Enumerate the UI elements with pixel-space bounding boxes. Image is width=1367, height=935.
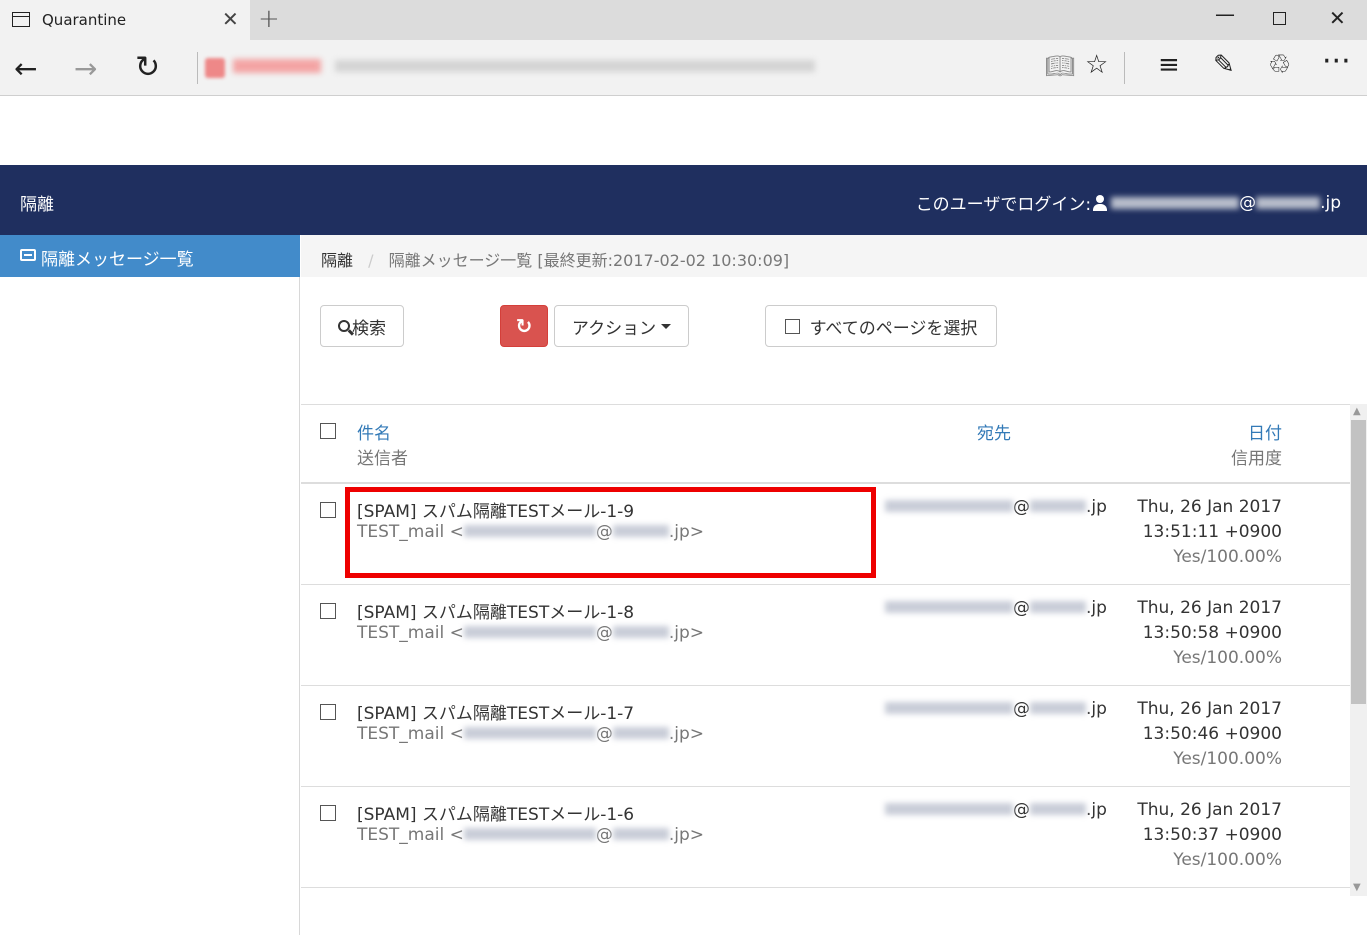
scrollbar-thumb[interactable] — [1351, 420, 1366, 704]
refresh-icon: ↻ — [515, 314, 533, 338]
app-header: 隔離 このユーザでログイン: @ .jp — [0, 165, 1367, 235]
row-sender: TEST_mail < @ .jp> — [357, 724, 705, 744]
row-sender: TEST_mail < @ .jp> — [357, 522, 705, 542]
breadcrumb-home[interactable]: 隔離 — [321, 251, 353, 270]
divider — [197, 52, 198, 84]
browser-tab-strip: Quarantine ✕ + — ✕ — [0, 0, 1367, 40]
row-date: Thu, 26 Jan 2017 — [1137, 598, 1282, 618]
sidebar: 隔離メッセージ一覧 — [0, 235, 300, 935]
login-label: このユーザでログイン: — [915, 195, 1092, 215]
row-date: Thu, 26 Jan 2017 — [1137, 699, 1282, 719]
login-domain: .jp — [1320, 192, 1341, 213]
vertical-scrollbar[interactable]: ▲ ▼ — [1350, 404, 1367, 896]
scroll-up-arrow-icon[interactable]: ▲ — [1353, 406, 1361, 417]
row-sender: TEST_mail < @ .jp> — [357, 825, 705, 845]
favorite-star-icon[interactable]: ☆ — [1085, 50, 1108, 80]
row-trust: Yes/100.00% — [1173, 749, 1282, 769]
table-row[interactable]: [SPAM] スパム隔離TESTメール-1-9 TEST_mail < @ .jp>… — [301, 484, 1350, 585]
browser-tab[interactable]: Quarantine ✕ — [0, 0, 250, 40]
row-time: 13:51:11 +0900 — [1142, 522, 1282, 542]
search-button-label: 検索 — [352, 318, 386, 339]
table-row[interactable]: [SPAM] スパム隔離TESTメール-1-6 TEST_mail < @ .jp>… — [301, 787, 1350, 888]
column-subject[interactable]: 件名 — [357, 419, 391, 444]
row-checkbox[interactable] — [320, 805, 336, 821]
sidebar-item-label: 隔離メッセージ一覧 — [41, 250, 194, 270]
column-date[interactable]: 日付 — [1248, 419, 1282, 444]
redacted-domain — [1256, 196, 1321, 209]
row-checkbox[interactable] — [320, 502, 336, 518]
column-recipient[interactable]: 宛先 — [977, 419, 1011, 444]
row-time: 13:50:37 +0900 — [1142, 825, 1282, 845]
address-url — [335, 60, 815, 72]
row-time: 13:50:46 +0900 — [1142, 724, 1282, 744]
window-close-icon[interactable]: ✕ — [1329, 6, 1346, 30]
select-all-pages-label: すべてのページを選択 — [809, 318, 978, 339]
row-date: Thu, 26 Jan 2017 — [1137, 497, 1282, 517]
forward-arrow-icon[interactable]: → — [74, 52, 97, 85]
page-icon — [12, 12, 30, 27]
row-recipient: @ .jp — [885, 598, 1107, 618]
breadcrumb-separator: / — [368, 251, 374, 270]
sidebar-item-quarantine-list[interactable]: 隔離メッセージ一覧 — [0, 235, 300, 277]
row-subject[interactable]: [SPAM] スパム隔離TESTメール-1-6 — [357, 800, 634, 825]
row-trust: Yes/100.00% — [1173, 648, 1282, 668]
refresh-button[interactable]: ↻ — [500, 305, 548, 347]
app-brand[interactable]: 隔離 — [20, 190, 54, 215]
row-subject[interactable]: [SPAM] スパム隔離TESTメール-1-9 — [357, 497, 634, 522]
row-sender: TEST_mail < @ .jp> — [357, 623, 705, 643]
more-icon[interactable]: ··· — [1322, 44, 1351, 79]
row-recipient: @ .jp — [885, 497, 1107, 517]
scroll-down-arrow-icon[interactable]: ▼ — [1353, 882, 1361, 893]
minimize-icon[interactable]: — — [1215, 2, 1235, 26]
share-icon[interactable]: ♲ — [1268, 50, 1291, 80]
hub-icon[interactable]: ≡ — [1158, 50, 1180, 80]
row-trust: Yes/100.00% — [1173, 850, 1282, 870]
back-arrow-icon[interactable]: ← — [14, 52, 37, 85]
table-header: 件名 送信者 宛先 日付 信用度 — [301, 405, 1350, 484]
row-subject[interactable]: [SPAM] スパム隔離TESTメール-1-7 — [357, 699, 634, 724]
table-row[interactable]: [SPAM] スパム隔離TESTメール-1-7 TEST_mail < @ .jp>… — [301, 686, 1350, 787]
row-time: 13:50:58 +0900 — [1142, 623, 1282, 643]
tab-title: Quarantine — [42, 11, 127, 29]
web-note-icon[interactable]: ✎ — [1213, 50, 1235, 80]
row-trust: Yes/100.00% — [1173, 547, 1282, 567]
breadcrumb-current: 隔離メッセージ一覧 [最終更新:2017-02-02 10:30:09] — [388, 251, 790, 270]
select-all-pages-button[interactable]: すべてのページを選択 — [765, 305, 997, 347]
address-bar[interactable] — [205, 54, 1025, 82]
user-icon — [1093, 194, 1108, 211]
new-tab-button[interactable]: + — [258, 4, 280, 34]
security-warning-icon — [205, 58, 225, 78]
table-row[interactable]: [SPAM] スパム隔離TESTメール-1-8 TEST_mail < @ .jp>… — [301, 585, 1350, 686]
maximize-icon[interactable] — [1273, 12, 1286, 25]
row-checkbox[interactable] — [320, 603, 336, 619]
action-dropdown-button[interactable]: アクション — [554, 305, 689, 347]
row-checkbox[interactable] — [320, 704, 336, 720]
row-recipient: @ .jp — [885, 800, 1107, 820]
row-recipient: @ .jp — [885, 699, 1107, 719]
caret-down-icon — [661, 323, 672, 329]
message-table: 件名 送信者 宛先 日付 信用度 [SPAM] スパム隔離TESTメール-1-9… — [301, 404, 1350, 935]
action-button-label: アクション — [571, 318, 657, 339]
inbox-icon — [20, 249, 36, 261]
column-trust: 信用度 — [1231, 449, 1282, 469]
redacted-username — [1111, 196, 1240, 209]
column-sender: 送信者 — [357, 449, 408, 469]
security-warning-text — [233, 59, 321, 73]
divider — [1124, 52, 1125, 84]
refresh-icon[interactable]: ↻ — [135, 50, 160, 85]
breadcrumb: 隔離 / 隔離メッセージ一覧 [最終更新:2017-02-02 10:30:09… — [301, 235, 1367, 277]
login-info: このユーザでログイン: @ .jp — [915, 190, 1341, 216]
select-all-checkbox[interactable] — [320, 423, 336, 439]
browser-navbar: ← → ↻ 📖︎ ☆ ≡ ✎ ♲ ··· — [0, 40, 1367, 96]
row-subject[interactable]: [SPAM] スパム隔離TESTメール-1-8 — [357, 598, 634, 623]
select-all-pages-checkbox[interactable] — [784, 318, 800, 334]
tab-close-icon[interactable]: ✕ — [222, 7, 239, 31]
login-at: @ — [1239, 192, 1257, 213]
row-date: Thu, 26 Jan 2017 — [1137, 800, 1282, 820]
search-button[interactable]: 検索 — [320, 305, 404, 347]
reading-view-icon[interactable]: 📖︎ — [1045, 52, 1075, 80]
search-icon — [338, 320, 350, 332]
